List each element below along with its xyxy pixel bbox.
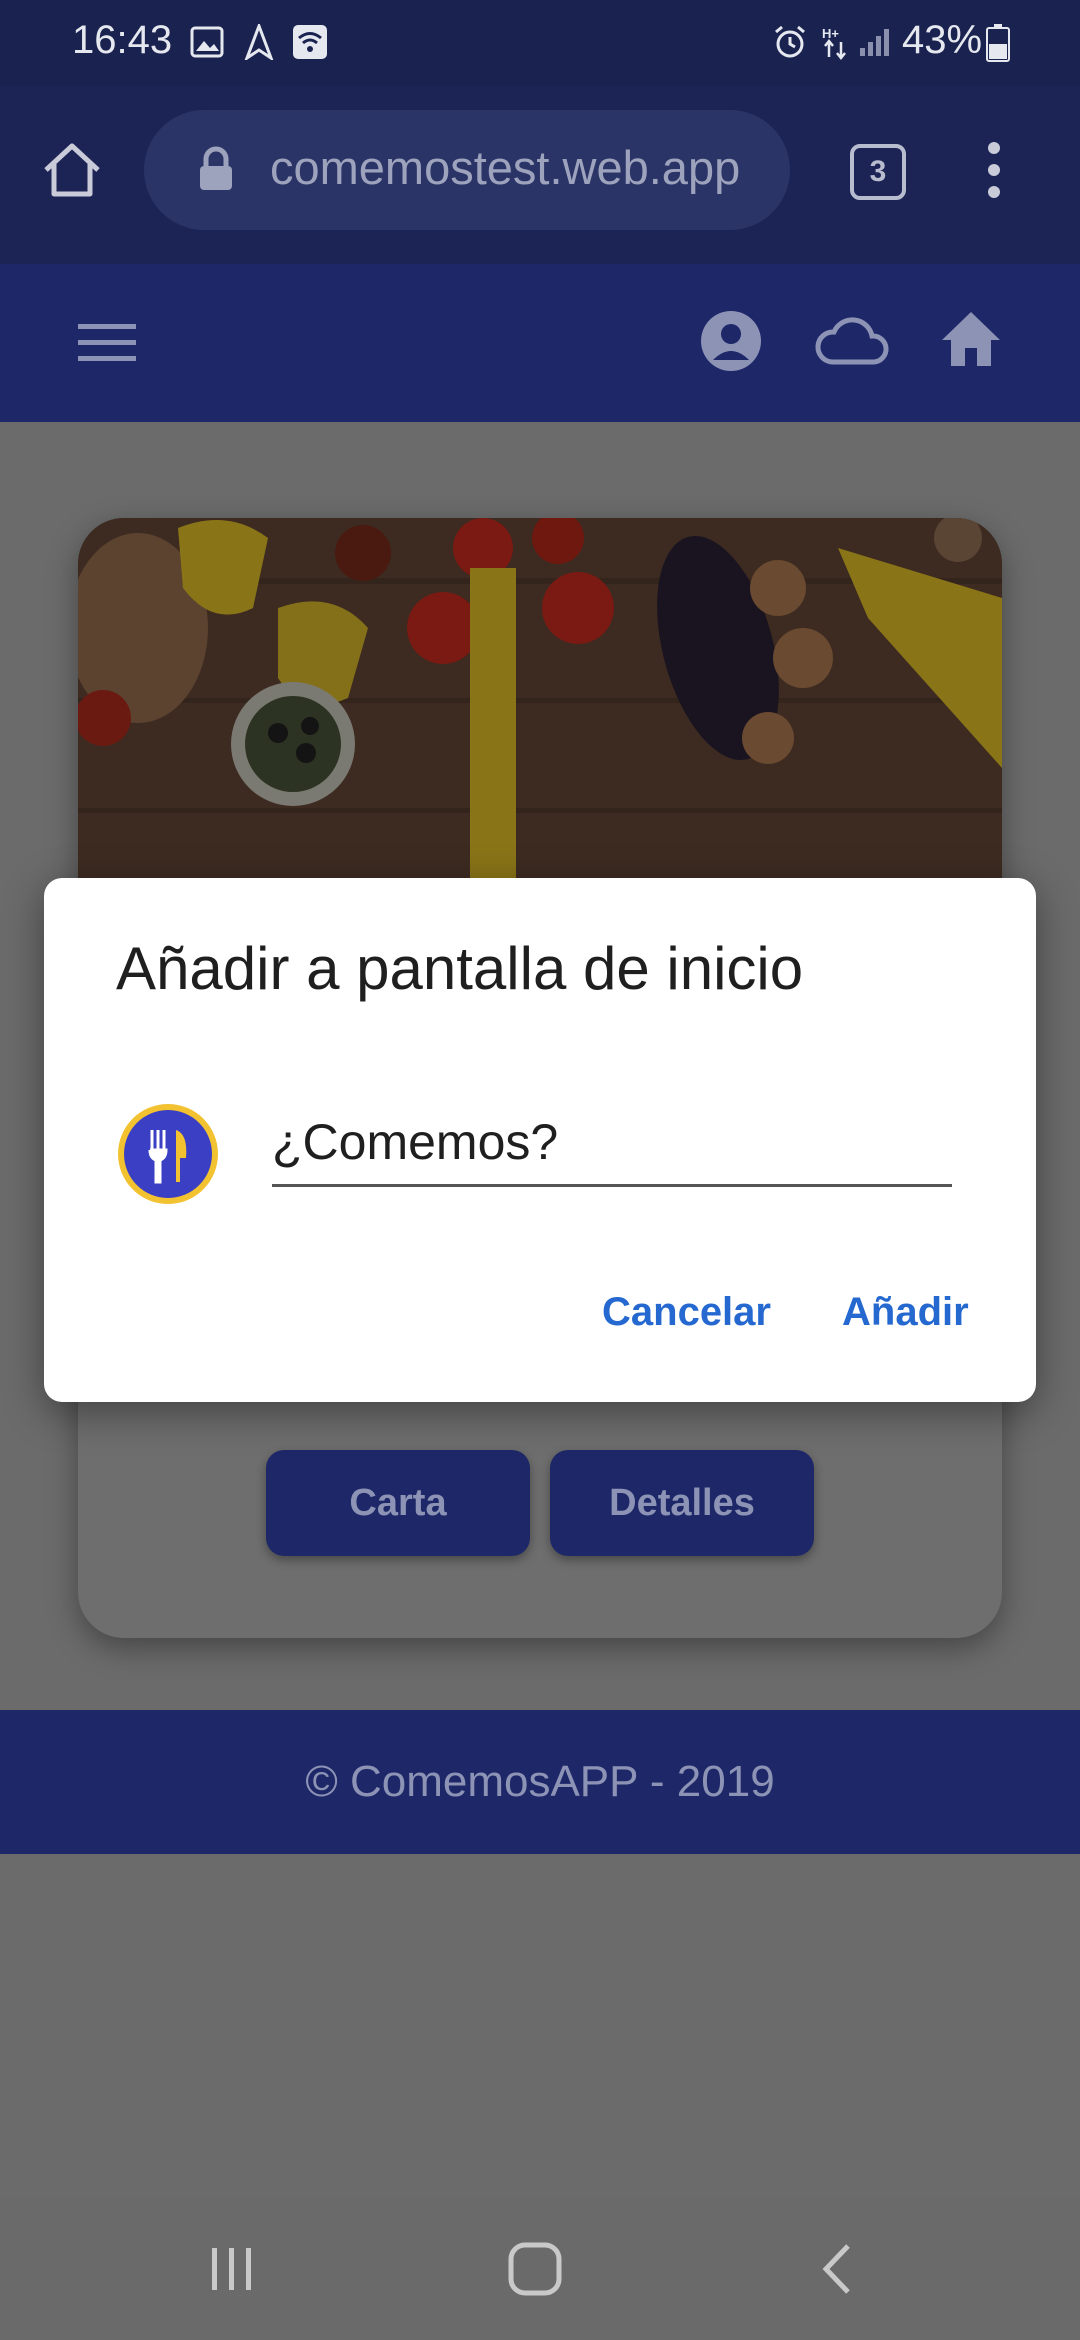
shortcut-name-input[interactable] <box>272 1100 952 1187</box>
lock-icon <box>198 146 234 192</box>
add-button[interactable]: Añadir <box>842 1290 969 1335</box>
battery-icon <box>986 24 1010 62</box>
app-bar <box>0 264 1080 422</box>
navigation-icon <box>244 24 274 60</box>
gallery-icon <box>190 26 224 58</box>
dialog-title: Añadir a pantalla de inicio <box>116 935 804 1002</box>
cancel-button[interactable]: Cancelar <box>602 1290 771 1335</box>
svg-text:H+: H+ <box>822 26 839 41</box>
page-bottom-area <box>0 1854 1080 2198</box>
details-button[interactable]: Detalles <box>550 1450 814 1556</box>
recents-icon[interactable] <box>208 2246 256 2292</box>
fork-knife-icon <box>116 1102 220 1206</box>
data-arrows-icon: H+ <box>820 24 850 60</box>
more-icon[interactable] <box>986 140 1002 200</box>
status-bar: 16:43 H+ 43% <box>0 0 1080 86</box>
wifi-icon <box>292 24 328 60</box>
home-icon[interactable] <box>40 140 104 200</box>
back-icon[interactable] <box>818 2242 854 2296</box>
tabs-icon[interactable]: 3 <box>850 144 906 200</box>
menu-icon[interactable] <box>78 322 136 362</box>
account-icon[interactable] <box>700 310 762 372</box>
alarm-icon <box>772 24 808 60</box>
url-text[interactable]: comemostest.web.app <box>270 140 740 195</box>
battery-percent: 43% <box>902 18 983 62</box>
footer: © ComemosAPP - 2019 <box>0 1710 1080 1854</box>
cloud-icon[interactable] <box>814 314 890 368</box>
signal-icon <box>858 26 894 58</box>
app-home-icon[interactable] <box>940 310 1002 368</box>
status-time: 16:43 <box>72 18 173 62</box>
menu-button[interactable]: Carta <box>266 1450 530 1556</box>
nav-home-icon[interactable] <box>508 2242 562 2296</box>
add-to-homescreen-dialog: Añadir a pantalla de inicio Cancelar Aña… <box>44 878 1036 1402</box>
food-image <box>78 518 1002 878</box>
